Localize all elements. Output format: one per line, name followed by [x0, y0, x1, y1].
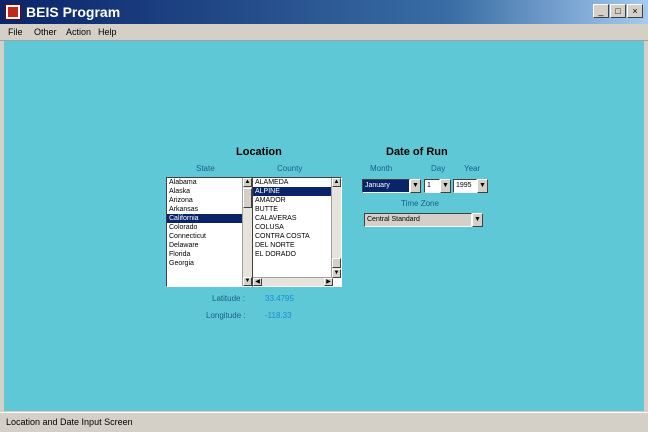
state-label: State: [196, 164, 215, 173]
month-label: Month: [370, 164, 393, 173]
timezone-select[interactable]: Central Standard: [364, 213, 472, 227]
menu-help[interactable]: Help: [98, 25, 117, 39]
county-hscrollbar[interactable]: ◀ ▶: [253, 277, 333, 286]
county-list-item[interactable]: COLUSA: [253, 223, 341, 232]
state-list-item[interactable]: Arkansas: [167, 205, 252, 214]
state-list-item[interactable]: Alabama: [167, 178, 252, 187]
day-label: Day: [431, 164, 446, 173]
menu-action[interactable]: Action: [66, 25, 91, 39]
county-list-item[interactable]: AMADOR: [253, 196, 341, 205]
county-listbox[interactable]: ALAMEDA ALPINE AMADOR BUTTE CALAVERAS COLUSA C…: [252, 177, 342, 287]
state-list-item[interactable]: Delaware: [167, 241, 252, 250]
county-list-items: ALAMEDA ALPINE AMADOR BUTTE CALAVERAS COLUSA C…: [253, 178, 341, 259]
longitude-label: Longitude :: [206, 311, 246, 320]
county-list-item[interactable]: DEL NORTE: [253, 241, 341, 250]
scroll-down-icon[interactable]: ▼: [243, 277, 252, 286]
year-dropdown-icon[interactable]: ▼: [477, 179, 488, 193]
county-list-item[interactable]: EL DORADO: [253, 250, 341, 259]
scroll-right-icon[interactable]: ▶: [324, 278, 333, 286]
state-list-item[interactable]: Alaska: [167, 187, 252, 196]
minimize-button[interactable]: _: [593, 4, 609, 18]
county-list-item[interactable]: ALPINE: [253, 187, 341, 196]
menu-other[interactable]: Other: [34, 25, 57, 39]
app-icon: [5, 4, 21, 20]
month-dropdown-icon[interactable]: ▼: [410, 179, 421, 193]
close-button[interactable]: ×: [627, 4, 643, 18]
county-list-item[interactable]: BUTTE: [253, 205, 341, 214]
scroll-up-icon[interactable]: ▲: [332, 178, 341, 187]
longitude-value: -118.33: [265, 311, 292, 320]
state-list-item[interactable]: Georgia: [167, 259, 252, 268]
scroll-thumb[interactable]: [243, 188, 252, 208]
scroll-left-icon[interactable]: ◀: [253, 278, 262, 286]
scroll-up-icon[interactable]: ▲: [243, 178, 252, 187]
menu-file[interactable]: File: [8, 25, 23, 39]
title-bar: BEIS Program _ □ ×: [0, 0, 648, 24]
window-title: BEIS Program: [26, 4, 121, 20]
day-select[interactable]: 1: [424, 179, 440, 193]
county-list-item[interactable]: ALAMEDA: [253, 178, 341, 187]
maximize-button[interactable]: □: [610, 4, 626, 18]
state-scrollbar[interactable]: ▲ ▼: [242, 178, 252, 286]
day-dropdown-icon[interactable]: ▼: [440, 179, 451, 193]
state-list-item[interactable]: Arizona: [167, 196, 252, 205]
county-list-item[interactable]: CALAVERAS: [253, 214, 341, 223]
state-list-item[interactable]: California: [167, 214, 252, 223]
state-list-item[interactable]: Colorado: [167, 223, 252, 232]
latitude-label: Latitude :: [212, 294, 245, 303]
scroll-thumb[interactable]: [332, 258, 341, 268]
county-label: County: [277, 164, 303, 173]
county-list-item[interactable]: CONTRA COSTA: [253, 232, 341, 241]
state-listbox[interactable]: Alabama Alaska Arizona Arkansas California Co…: [166, 177, 253, 287]
year-label: Year: [464, 164, 481, 173]
timezone-dropdown-icon[interactable]: ▼: [472, 213, 483, 227]
state-list-items: Alabama Alaska Arizona Arkansas California Co…: [167, 178, 252, 268]
date-heading: Date of Run: [386, 146, 448, 158]
scroll-down-icon[interactable]: ▼: [332, 269, 341, 278]
month-select[interactable]: January: [362, 179, 410, 193]
county-scrollbar[interactable]: ▲ ▼: [331, 178, 341, 278]
status-bar: Location and Date Input Screen: [0, 412, 648, 432]
state-list-item[interactable]: Connecticut: [167, 232, 252, 241]
state-list-item[interactable]: Florida: [167, 250, 252, 259]
menu-bar: File Other Action Help: [0, 24, 648, 41]
latitude-value: 33.4795: [265, 294, 294, 303]
status-text: Location and Date Input Screen: [6, 417, 133, 427]
location-heading: Location: [236, 146, 282, 158]
timezone-label: Time Zone: [401, 199, 439, 208]
year-select[interactable]: 1995: [453, 179, 477, 193]
